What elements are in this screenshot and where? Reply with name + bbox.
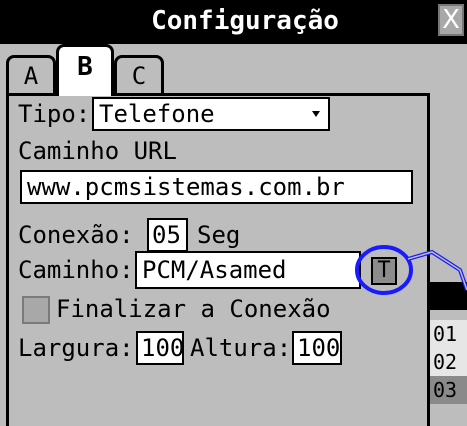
title-bar: Configuração X xyxy=(0,0,467,44)
caminho-label: Caminho: xyxy=(18,256,134,284)
close-button[interactable]: X xyxy=(438,4,464,36)
tab-c[interactable]: C xyxy=(114,55,164,93)
caminho-url-label: Caminho URL xyxy=(18,137,177,165)
altura-input[interactable]: 100 xyxy=(292,331,342,365)
caminho-input[interactable]: PCM/Asamed xyxy=(135,251,361,289)
conexao-label: Conexão: xyxy=(18,221,134,249)
config-screen: Configuração X A B C Tipo: Telefone Cami… xyxy=(0,0,467,426)
tipo-label: Tipo: xyxy=(18,100,91,128)
caminho-browse-button[interactable]: T xyxy=(371,257,397,285)
tab-a[interactable]: A xyxy=(6,55,56,93)
largura-label: Largura: xyxy=(18,334,134,362)
tab-b[interactable]: B xyxy=(56,44,114,96)
chevron-down-icon xyxy=(312,111,320,117)
url-input[interactable]: www.pcmsistemas.com.br xyxy=(20,170,413,204)
conexao-unit: Seg xyxy=(197,221,241,249)
tipo-select-value: Telefone xyxy=(99,100,215,128)
side-list-window: 01 02 03 xyxy=(430,282,467,426)
finalizar-label: Finalizar a Conexão xyxy=(56,295,331,323)
list-item[interactable]: 01 xyxy=(430,320,467,348)
largura-input[interactable]: 100 xyxy=(136,331,184,365)
side-list-header xyxy=(430,282,467,310)
finalizar-checkbox[interactable] xyxy=(22,296,50,324)
tipo-select[interactable]: Telefone xyxy=(92,97,330,131)
altura-label: Altura: xyxy=(190,334,292,362)
list-item-selected[interactable]: 03 xyxy=(430,376,467,404)
list-item[interactable]: 02 xyxy=(430,348,467,376)
window-title: Configuração xyxy=(151,6,339,36)
conexao-input[interactable]: 05 xyxy=(147,218,188,252)
